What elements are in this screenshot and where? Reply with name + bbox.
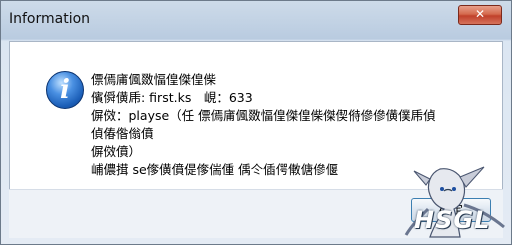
- info-icon-glyph: i: [60, 75, 70, 105]
- info-icon: i: [46, 71, 84, 109]
- close-button[interactable]: ✕: [458, 5, 502, 25]
- message-line-4: 偋傚僨）: [91, 144, 142, 159]
- watermark-logo: HSGL: [414, 206, 491, 234]
- window-title: Information: [9, 11, 91, 27]
- title-bar[interactable]: Information ✕: [1, 1, 511, 41]
- message-line-5: 峬儂搑 se偧僙僨偍偧偳偅 偊仒偛偔僌傏傪偃: [91, 162, 339, 177]
- message-line-2: 儐僢僙乕: first.ks 峴：633: [91, 90, 253, 105]
- message-line-1: 僄傿庯偑敪愊偟傑偟偨: [91, 72, 217, 87]
- message-line-3: 偋傚：playse（任 僄傿庯偑敪愊偟傑偟偨傑偰偫傪傪僙僕乕偵偵偆偺傟僨: [91, 108, 436, 141]
- message-text: 僄傿庯偑敪愊偟傑偟偨 儐僢僙乕: first.ks 峴：633 偋傚：plays…: [91, 71, 441, 179]
- close-icon: ✕: [474, 7, 486, 21]
